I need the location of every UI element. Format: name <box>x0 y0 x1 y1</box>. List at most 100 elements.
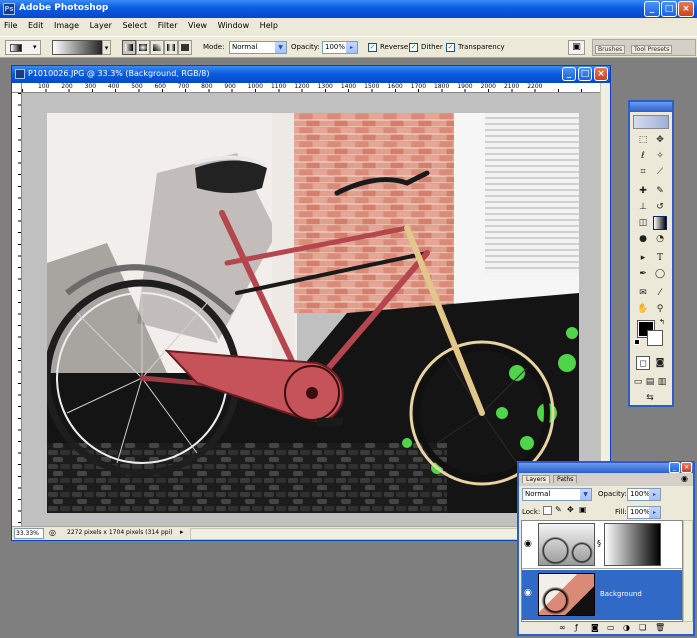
hand-tool-icon[interactable]: ✋ <box>636 302 650 316</box>
new-group-icon[interactable]: ▭ <box>607 623 615 632</box>
menu-filter[interactable]: Filter <box>154 18 182 33</box>
opacity-input[interactable]: 100% ▸ <box>322 41 358 54</box>
blend-mode-value: Normal <box>525 490 551 498</box>
panel-menu-icon[interactable]: ◉ <box>681 474 688 483</box>
fill-input[interactable]: 100% ▸ <box>627 506 661 519</box>
layers-panel-header[interactable]: _ × <box>519 462 693 473</box>
new-layer-icon[interactable]: ❏ <box>639 623 646 632</box>
tools-feather-logo[interactable] <box>633 115 669 129</box>
document-close-button[interactable]: × <box>594 67 608 81</box>
lock-all-icon[interactable]: ▣ <box>579 505 587 514</box>
marquee-tool-icon[interactable]: ⬚ <box>636 133 650 147</box>
adjustment-layer-icon[interactable]: ◑ <box>623 623 630 632</box>
layers-panel-minimize-button[interactable]: _ <box>669 462 680 473</box>
swap-colors-icon[interactable]: ↰ <box>659 318 665 326</box>
add-mask-icon[interactable]: ◙ <box>591 623 599 632</box>
layer-row-background[interactable]: ◉ Background <box>522 570 682 620</box>
tools-panel-header[interactable] <box>630 102 672 112</box>
status-menu-icon[interactable]: ▸ <box>180 528 184 536</box>
layer-row[interactable]: ◉ § <box>522 521 682 569</box>
tool-preset-picker[interactable]: ▾ <box>5 40 41 55</box>
app-maximize-button[interactable]: □ <box>661 1 677 17</box>
diamond-gradient-button[interactable] <box>178 40 192 55</box>
linear-gradient-button[interactable] <box>122 40 136 55</box>
link-layers-icon[interactable]: ∞ <box>559 623 566 632</box>
tab-paths[interactable]: Paths <box>553 475 578 483</box>
path-selection-tool-icon[interactable]: ▸ <box>636 251 650 265</box>
background-color-swatch[interactable] <box>647 330 663 346</box>
screen-mode-full-icon[interactable]: ▥ <box>656 375 668 389</box>
crop-tool-icon[interactable]: ⌗ <box>636 165 650 179</box>
jump-to-imageready-icon[interactable]: ⇆ <box>643 391 657 405</box>
eye-icon[interactable]: ◉ <box>524 588 532 598</box>
dither-label: Dither <box>421 43 443 51</box>
history-brush-tool-icon[interactable]: ↺ <box>653 200 667 214</box>
mode-select[interactable]: Normal ▼ <box>229 41 287 54</box>
type-tool-icon[interactable]: T <box>653 251 667 265</box>
shape-tool-icon[interactable]: ◯ <box>653 267 667 281</box>
canvas-area[interactable] <box>22 93 600 526</box>
dither-checkbox[interactable]: ✓ <box>409 43 418 52</box>
pen-tool-icon[interactable]: ✒ <box>636 267 650 281</box>
magic-wand-tool-icon[interactable]: ✧ <box>653 149 667 163</box>
app-close-button[interactable]: × <box>678 1 694 17</box>
blur-tool-icon[interactable]: ● <box>636 232 650 246</box>
clone-stamp-tool-icon[interactable]: ⊥ <box>636 200 650 214</box>
screen-mode-menu-icon[interactable]: ▤ <box>644 375 656 389</box>
default-colors-icon[interactable] <box>634 339 640 345</box>
document-maximize-button[interactable]: □ <box>578 67 592 81</box>
menu-help[interactable]: Help <box>256 18 282 33</box>
zoom-field[interactable]: 33.33% <box>14 528 44 539</box>
transparency-checkbox[interactable]: ✓ <box>446 43 455 52</box>
menu-edit[interactable]: Edit <box>24 18 48 33</box>
palette-tab-brushes[interactable]: Brushes <box>595 45 626 54</box>
trash-icon[interactable]: 🗑 <box>655 623 665 632</box>
gradient-tool-icon[interactable] <box>653 216 667 230</box>
tab-layers[interactable]: Layers <box>522 475 550 483</box>
eyedropper-tool-icon[interactable]: ⁄ <box>653 286 667 300</box>
lasso-tool-icon[interactable]: ℓ <box>636 149 650 163</box>
menu-select[interactable]: Select <box>118 18 151 33</box>
menu-window[interactable]: Window <box>214 18 254 33</box>
vertical-ruler[interactable] <box>12 93 22 526</box>
slice-tool-icon[interactable]: ⟋ <box>653 165 667 179</box>
app-minimize-button[interactable]: _ <box>644 1 660 17</box>
lock-position-icon[interactable]: ✥ <box>567 505 574 514</box>
dodge-tool-icon[interactable]: ◔ <box>653 232 667 246</box>
angle-gradient-button[interactable] <box>150 40 164 55</box>
layers-opacity-input[interactable]: 100% ▸ <box>627 488 661 501</box>
horizontal-ruler[interactable]: 100 200 300 400 500 600 700 800 900 1000… <box>22 83 600 93</box>
ruler-origin[interactable] <box>12 83 22 93</box>
layer-mask-thumbnail[interactable] <box>604 523 661 566</box>
move-tool-icon[interactable]: ✥ <box>653 133 667 147</box>
photo-canvas[interactable] <box>47 113 579 513</box>
lock-pixels-icon[interactable]: ✎ <box>555 505 562 514</box>
standard-mode-icon[interactable]: ◻ <box>636 356 650 370</box>
blend-mode-select[interactable]: Normal ▼ <box>522 488 592 501</box>
quick-mask-mode-icon[interactable]: ◙ <box>653 356 667 370</box>
screen-mode-standard-icon[interactable]: ▭ <box>632 375 644 389</box>
reverse-checkbox[interactable]: ✓ <box>368 43 377 52</box>
lock-transparency-icon[interactable] <box>543 506 552 515</box>
healing-brush-tool-icon[interactable]: ✚ <box>636 184 650 198</box>
menu-image[interactable]: Image <box>50 18 83 33</box>
reflected-gradient-button[interactable] <box>164 40 178 55</box>
vertical-scrollbar[interactable] <box>600 83 610 526</box>
menu-file[interactable]: File <box>0 18 21 33</box>
palette-tab-tool-presets[interactable]: Tool Presets <box>631 45 673 54</box>
layers-scrollbar[interactable] <box>683 520 693 622</box>
notes-tool-icon[interactable]: ✉ <box>636 286 650 300</box>
file-browser-icon[interactable]: ▣ <box>568 40 585 55</box>
brush-tool-icon[interactable]: ✎ <box>653 184 667 198</box>
document-title-bar[interactable]: P1010026.JPG @ 33.3% (Background, RGB/8)… <box>12 66 610 83</box>
eye-icon[interactable]: ◉ <box>524 539 532 549</box>
layer-style-icon[interactable]: ƒ <box>575 623 578 632</box>
radial-gradient-button[interactable] <box>136 40 150 55</box>
layers-panel-close-button[interactable]: × <box>681 462 692 473</box>
gradient-picker[interactable]: ▾ <box>52 40 111 55</box>
menu-view[interactable]: View <box>184 18 211 33</box>
menu-layer[interactable]: Layer <box>86 18 116 33</box>
zoom-tool-icon[interactable]: ⚲ <box>653 302 667 316</box>
eraser-tool-icon[interactable]: ◫ <box>636 216 650 230</box>
document-minimize-button[interactable]: _ <box>562 67 576 81</box>
